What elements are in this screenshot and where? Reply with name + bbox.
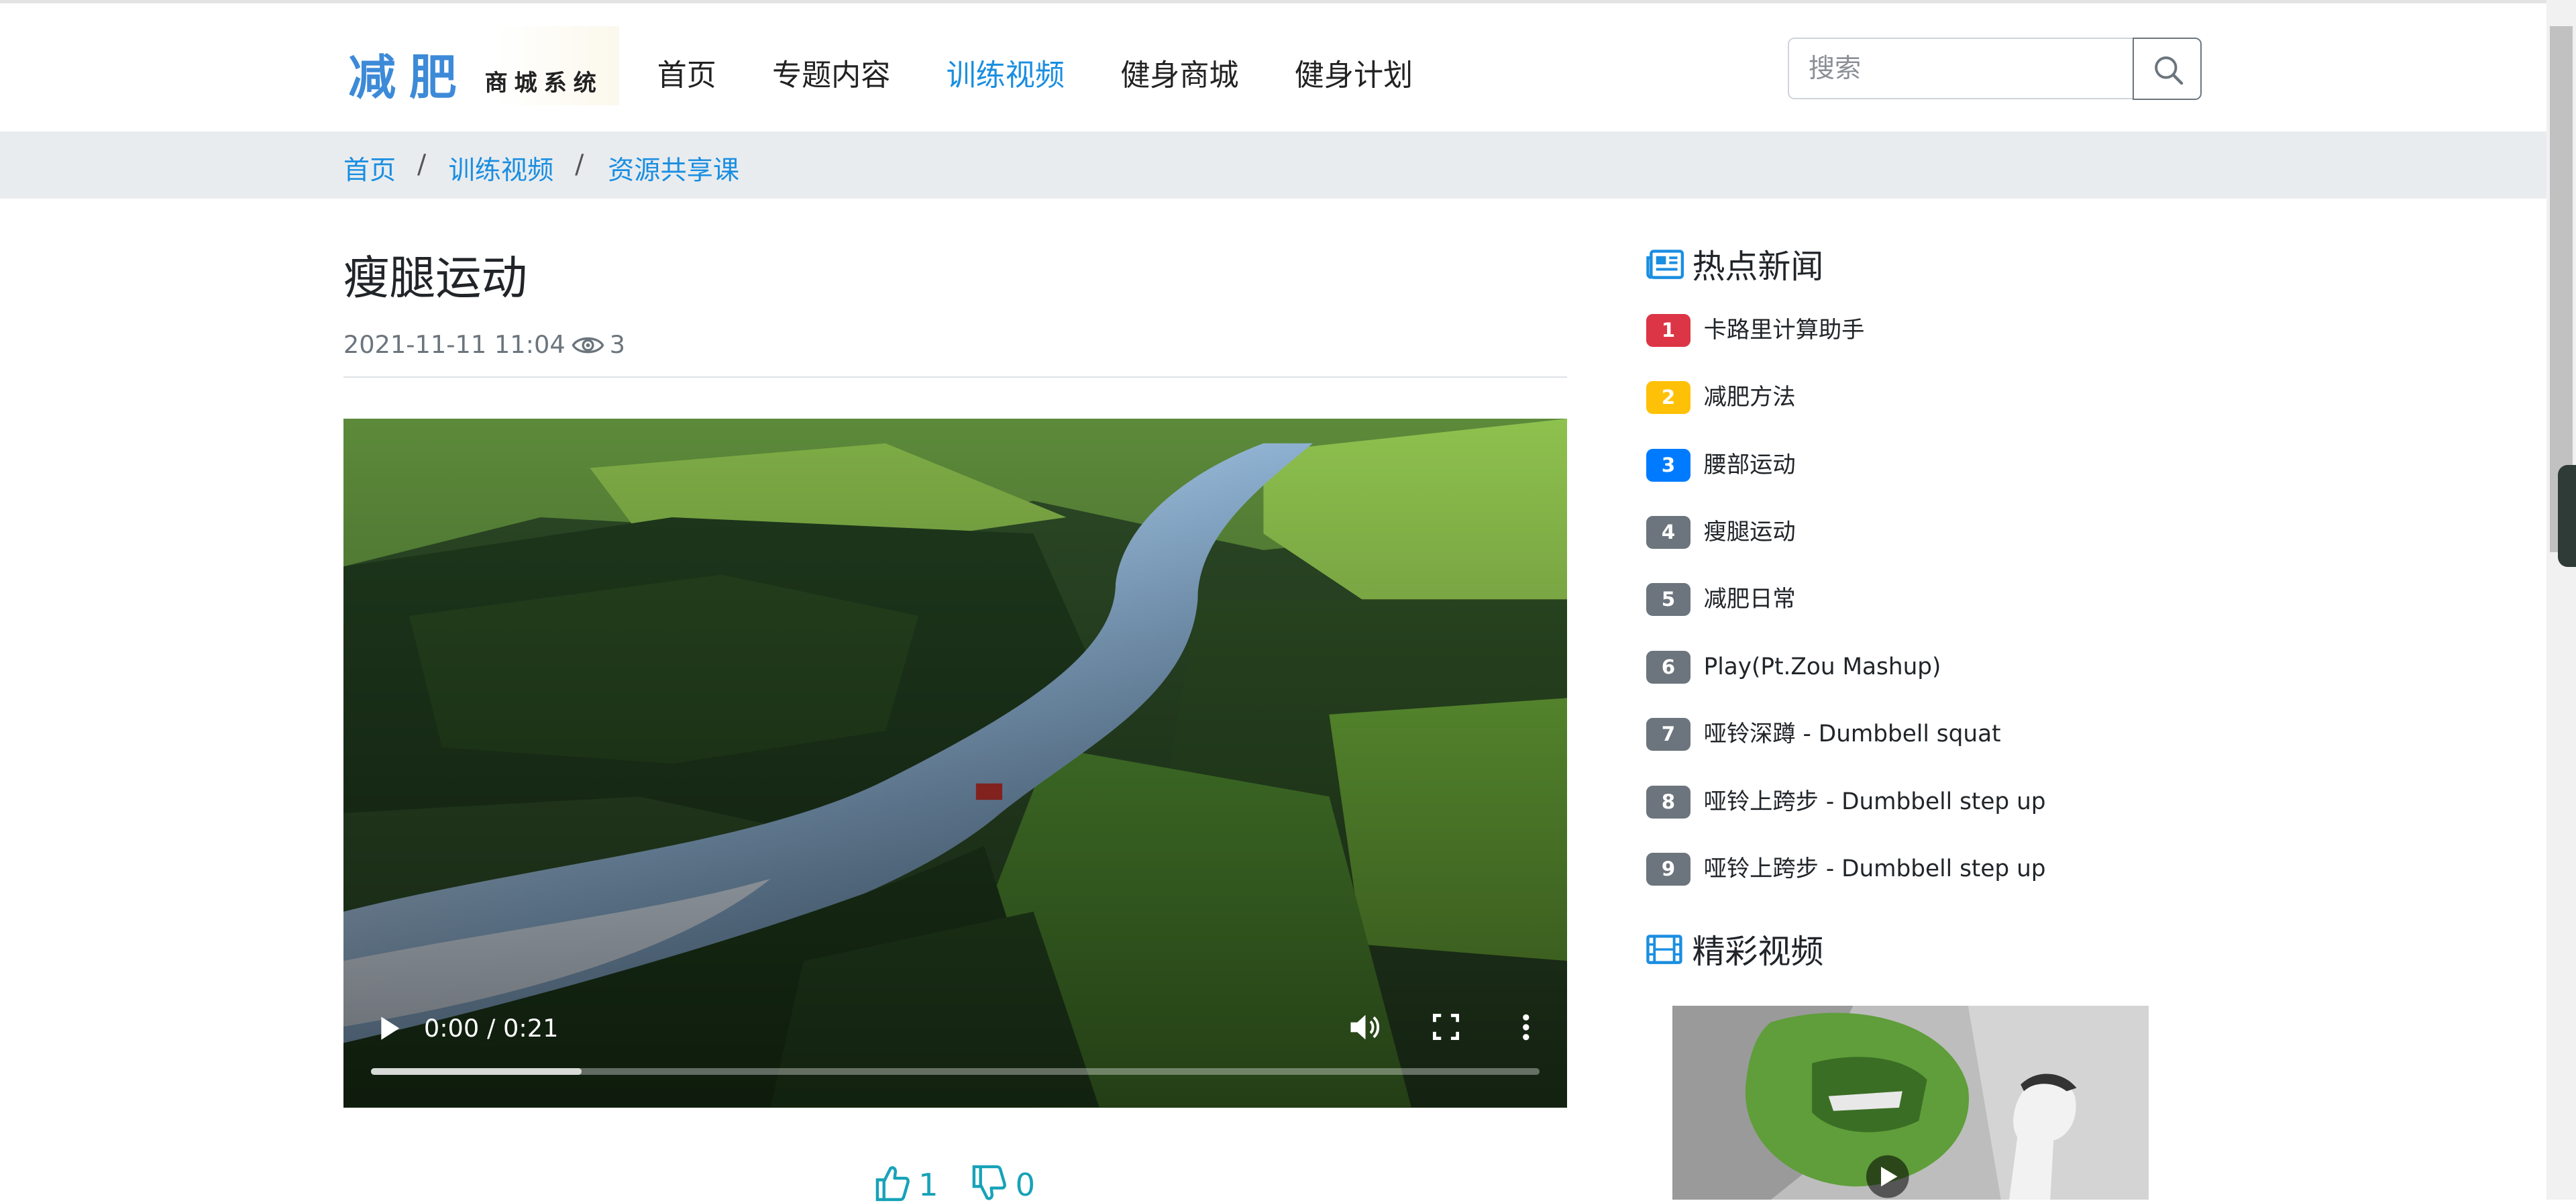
breadcrumb-home[interactable]: 首页 [343,150,396,187]
nav-training-videos[interactable]: 训练视频 [947,51,1065,94]
dislike-count: 0 [1015,1166,1036,1203]
rank-badge: 2 [1646,381,1690,415]
featured-videos-title: 精彩视频 [1692,932,1824,971]
video-player[interactable]: 0:00 / 0:21 [343,419,1568,1108]
breadcrumb: 首页 / 训练视频 / 资源共享课 [0,131,2546,199]
nav-fitness-mall[interactable]: 健身商城 [1120,51,1238,94]
article-title: 瘦腿运动 [343,251,528,305]
breadcrumb-shared-courses[interactable]: 资源共享课 [608,150,739,187]
thumbs-down-icon[interactable] [971,1163,1007,1203]
rank-badge: 4 [1646,515,1690,549]
play-icon[interactable] [376,1015,402,1041]
video-thumbnail-image [1672,1005,2149,1200]
side-drawer-tab[interactable] [2558,465,2576,567]
more-vert-icon[interactable] [1519,1012,1533,1042]
rank-badge: 6 [1646,650,1690,684]
video-time: 0:00 / 0:21 [423,1014,559,1043]
hot-news-link[interactable]: 卡路里计算助手 [1704,314,1865,347]
nav-home[interactable]: 首页 [657,51,716,94]
hot-news-link[interactable]: 哑铃上跨步 - Dumbbell step up [1704,853,2046,886]
eye-icon [572,337,604,354]
hot-news-link[interactable]: 瘦腿运动 [1704,516,1796,549]
featured-video-thumbnail[interactable] [1672,1005,2149,1200]
hot-news-link[interactable]: 哑铃上跨步 - Dumbbell step up [1704,786,2046,819]
page-scrollbar[interactable] [2546,0,2576,1200]
video-progress-track[interactable] [371,1067,1540,1075]
hot-news-link[interactable]: 减肥日常 [1704,583,1796,616]
brand-logo[interactable]: 减肥 商城系统 [343,26,620,105]
hot-news-link[interactable]: 哑铃深蹲 - Dumbbell squat [1704,718,2001,751]
rank-badge: 7 [1646,718,1690,751]
divider [343,376,1568,378]
article-date: 2021-11-11 11:04 [343,330,566,360]
newspaper-icon [1646,250,1684,280]
video-frame [343,419,1568,1108]
hot-news-link[interactable]: 减肥方法 [1704,381,1796,414]
search-icon [2154,56,2183,85]
search-button[interactable] [2132,38,2202,101]
nav-fitness-plan[interactable]: 健身计划 [1295,51,1413,94]
rank-badge: 5 [1646,583,1690,617]
brand-sub: 商城系统 [484,70,603,97]
brand-main: 减肥 [348,48,470,105]
breadcrumb-separator: / [575,149,584,180]
navbar: 减肥 商城系统 首页 专题内容 训练视频 健身商城 健身计划 [0,3,2546,132]
hot-news-link[interactable]: 腰部运动 [1704,449,1796,482]
search-input[interactable] [1787,38,2155,100]
rank-badge: 1 [1646,313,1690,347]
fullscreen-icon[interactable] [1432,1014,1459,1041]
page: 减肥 商城系统 首页 专题内容 训练视频 健身商城 健身计划 首页 / 训练视频… [0,0,2576,1203]
breadcrumb-training-videos[interactable]: 训练视频 [449,150,554,187]
search-form [1787,38,2202,101]
hot-news-title: 热点新闻 [1692,247,1824,286]
breadcrumb-separator: / [417,149,427,180]
rank-badge: 9 [1646,853,1690,886]
volume-icon[interactable] [1349,1012,1382,1042]
thumbs-up-icon[interactable] [874,1163,910,1203]
video-buffered-bar [371,1067,582,1075]
view-count: 3 [609,330,625,360]
rank-badge: 8 [1646,785,1690,819]
like-count: 1 [918,1166,938,1203]
nav-topics[interactable]: 专题内容 [772,51,890,94]
rank-badge: 3 [1646,448,1690,482]
film-icon [1646,935,1682,965]
hot-news-link[interactable]: Play(Pt.Zou Mashup) [1704,651,1941,684]
